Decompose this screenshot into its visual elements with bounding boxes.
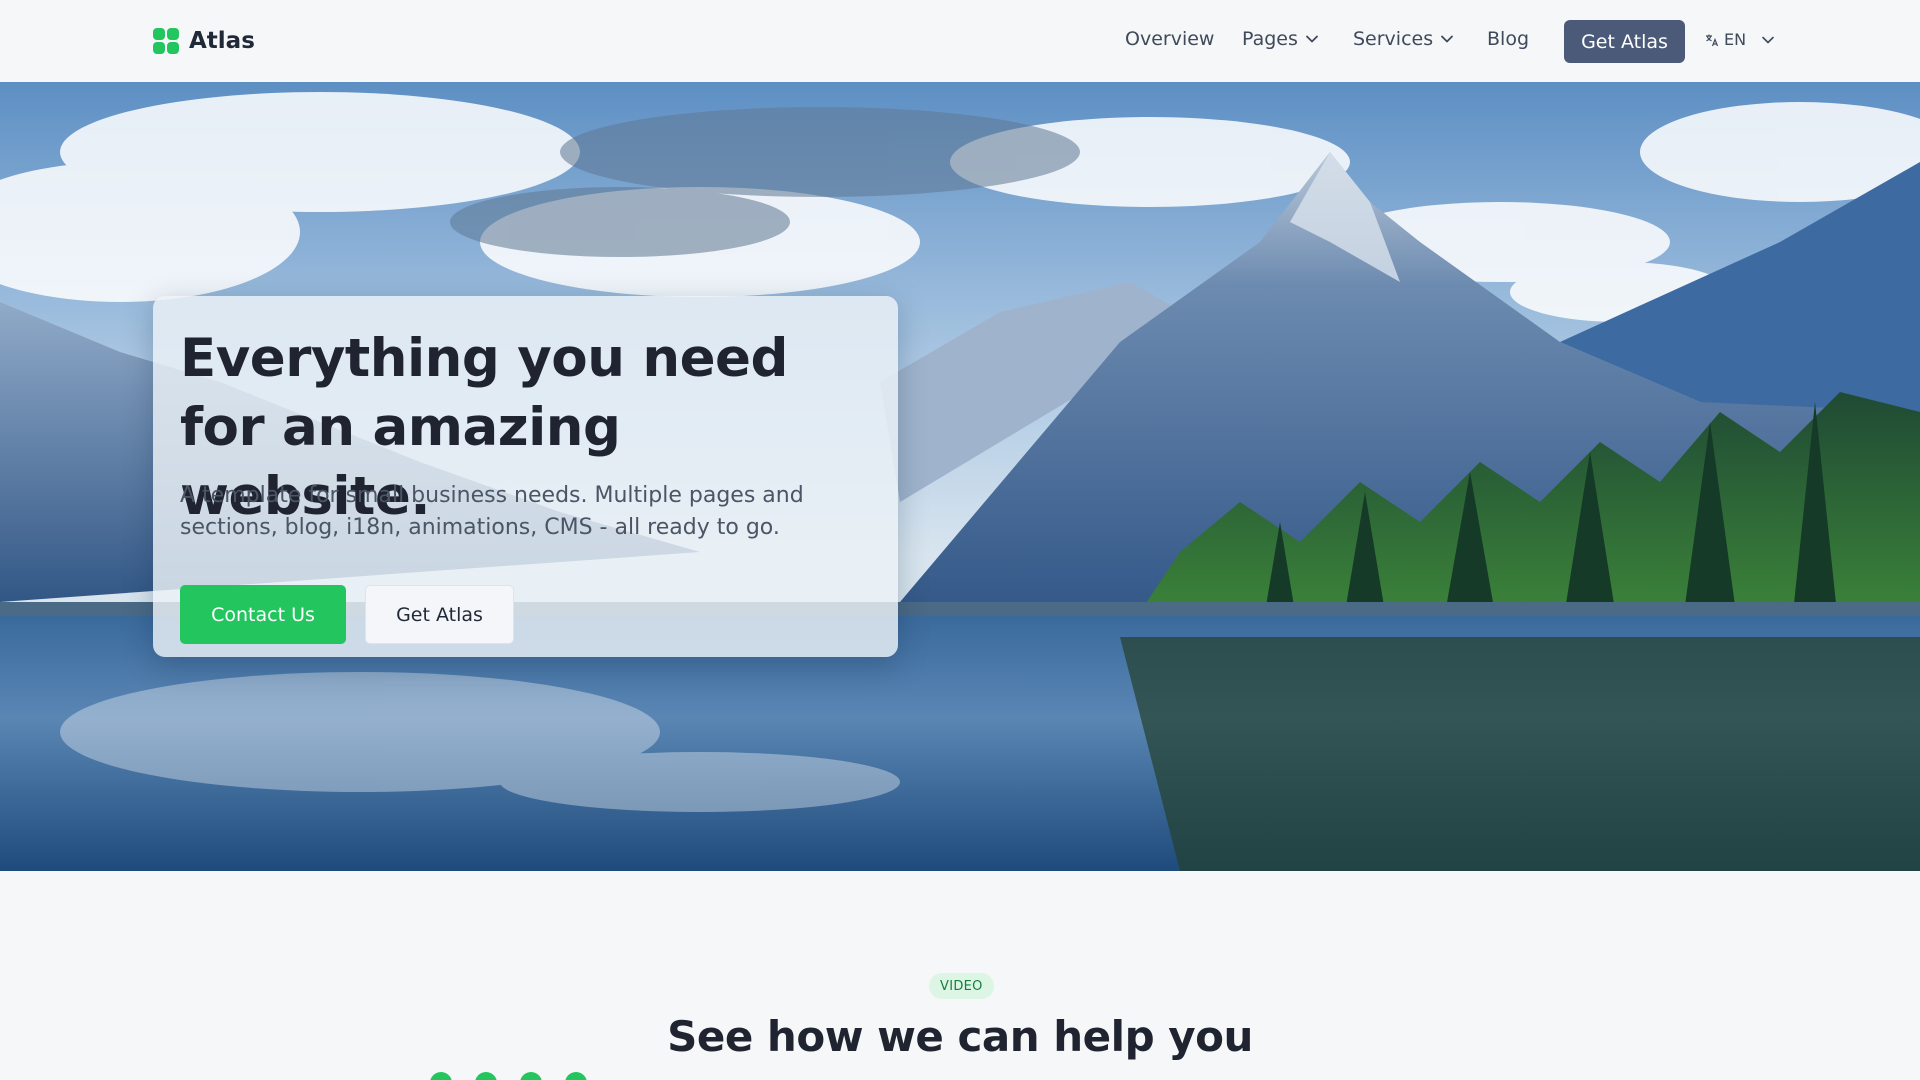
nav-pages-dropdown[interactable]: Pages	[1242, 28, 1319, 50]
chevron-down-icon	[1762, 36, 1774, 43]
language-label: EN	[1724, 30, 1747, 49]
brand-logo[interactable]: Atlas	[153, 27, 255, 55]
nav-overview-label: Overview	[1125, 28, 1215, 50]
nav-services-label: Services	[1353, 28, 1434, 50]
get-atlas-button[interactable]: Get Atlas	[365, 585, 514, 644]
nav-services-dropdown[interactable]: Services	[1353, 28, 1454, 50]
atlas-logo-icon	[153, 28, 179, 54]
hero-card: Everything you need for an amazing websi…	[153, 296, 898, 657]
section-badge: VIDEO	[929, 973, 994, 999]
nav-overview[interactable]: Overview	[1125, 28, 1214, 50]
get-atlas-nav-button[interactable]: Get Atlas	[1564, 20, 1685, 63]
contact-us-button[interactable]: Contact Us	[180, 585, 346, 644]
chevron-down-icon	[1306, 35, 1318, 43]
brand-name: Atlas	[189, 28, 255, 54]
language-selector[interactable]: EN	[1705, 30, 1775, 49]
nav-blog[interactable]: Blog	[1487, 28, 1529, 50]
nav-pages-label: Pages	[1242, 28, 1298, 50]
nav-blog-label: Blog	[1487, 28, 1529, 50]
hero-section: Everything you need for an amazing websi…	[0, 82, 1920, 871]
decorative-dots	[410, 1070, 600, 1080]
translate-icon	[1706, 34, 1719, 46]
chevron-down-icon	[1441, 35, 1454, 43]
site-header: Atlas Overview Pages Services Blog Get A…	[0, 0, 1920, 82]
main-nav: Overview Pages Services Blog Get Atlas E…	[920, 0, 1920, 82]
hero-subtitle: A template for small business needs. Mul…	[180, 483, 804, 540]
section-title: See how we can help you	[667, 1012, 1253, 1061]
